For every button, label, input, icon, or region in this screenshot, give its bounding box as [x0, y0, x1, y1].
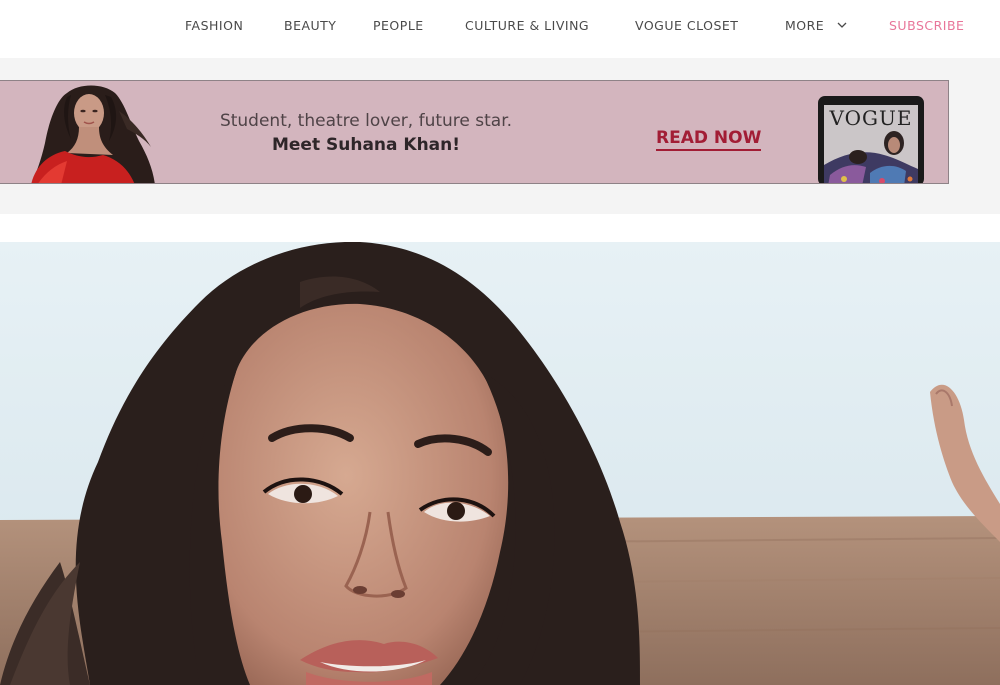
nav-item-culture-living[interactable]: CULTURE & LIVING	[465, 18, 589, 34]
chevron-down-icon	[836, 20, 848, 30]
nav-item-more[interactable]: MORE	[785, 18, 848, 34]
nav-item-people[interactable]: PEOPLE	[373, 18, 424, 34]
top-navigation: FASHION BEAUTY PEOPLE CULTURE & LIVING V…	[0, 0, 1000, 52]
banner-headline: Meet Suhana Khan!	[271, 135, 461, 155]
magazine-cover: VOGUE	[824, 105, 918, 183]
nav-item-beauty[interactable]: BEAUTY	[284, 18, 336, 34]
banner-tagline: Student, theatre lover, future star.	[219, 111, 513, 131]
banner-portrait-image	[27, 81, 167, 183]
hero-image	[0, 242, 1000, 685]
subscribe-link[interactable]: SUBSCRIBE	[889, 18, 964, 34]
promo-banner[interactable]: Student, theatre lover, future star. Mee…	[0, 80, 949, 184]
nav-more-label: MORE	[785, 18, 825, 33]
nav-item-fashion[interactable]: FASHION	[185, 18, 243, 34]
magazine-title: VOGUE	[829, 106, 913, 130]
read-now-link[interactable]: READ NOW	[656, 128, 762, 151]
magazine-tablet-image: VOGUE	[818, 96, 924, 183]
nav-item-vogue-closet[interactable]: VOGUE CLOSET	[635, 18, 738, 34]
